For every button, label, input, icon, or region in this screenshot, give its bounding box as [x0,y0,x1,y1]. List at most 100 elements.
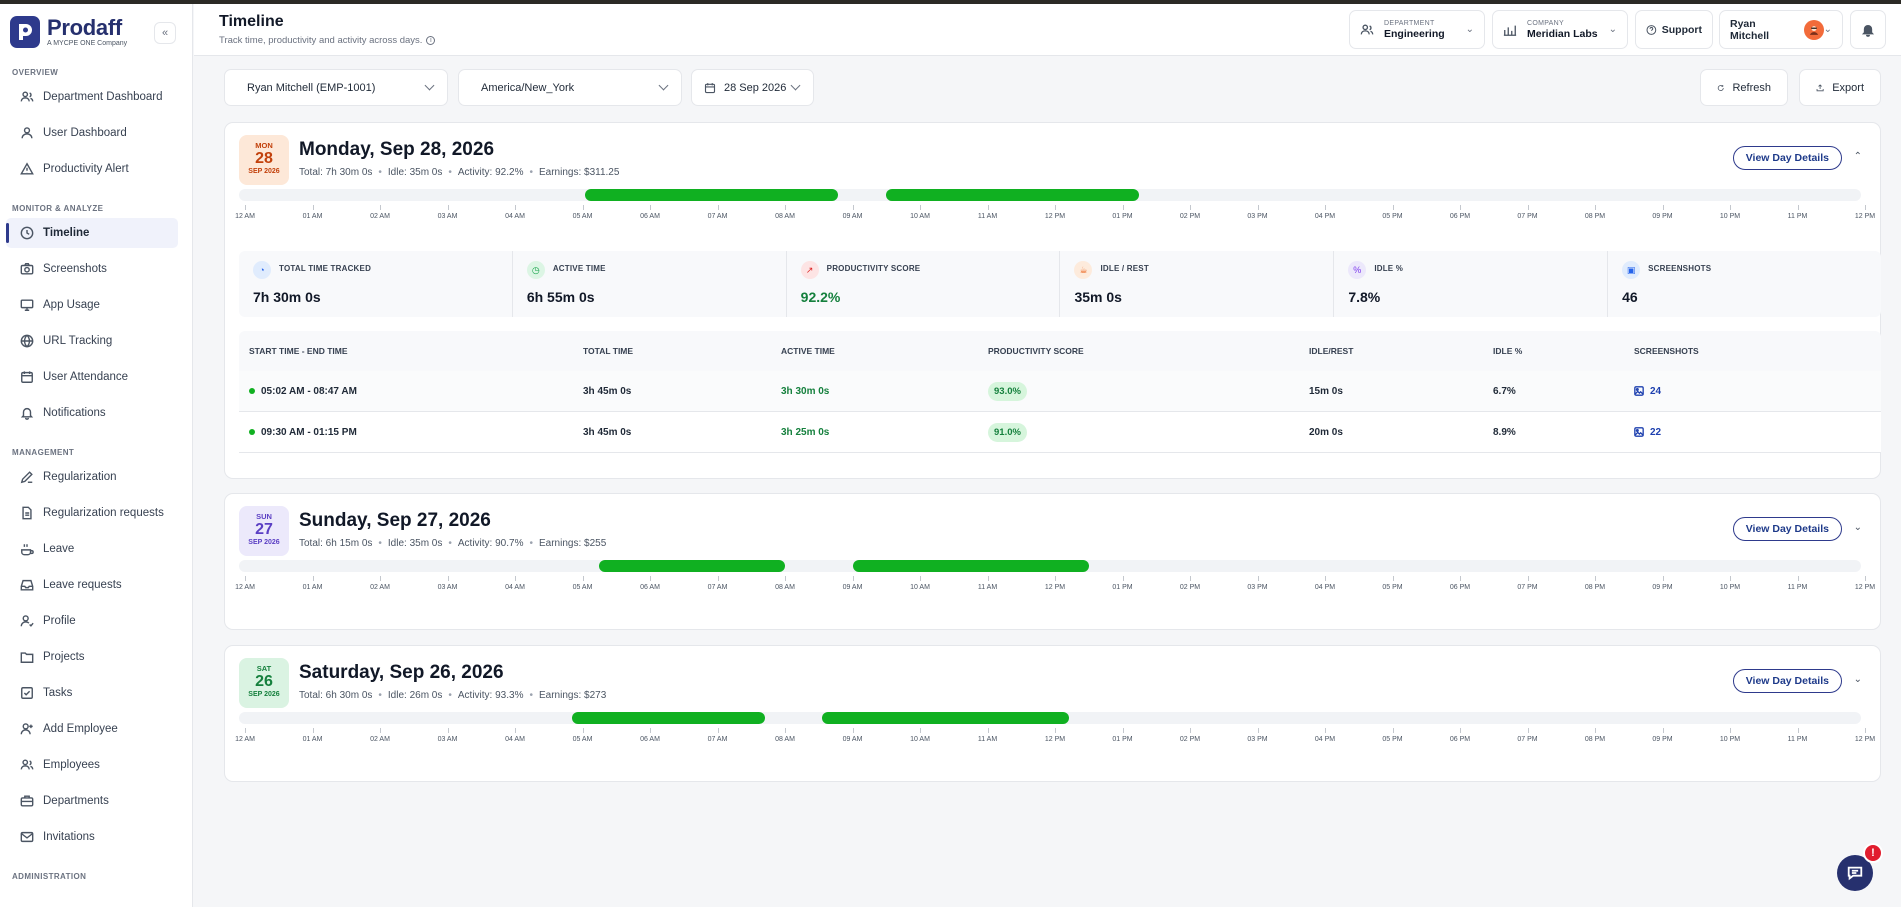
company-selector[interactable]: COMPANY Meridian Labs ⌄ [1492,10,1628,49]
timeline-tick-label: 02 PM [1179,213,1201,220]
day-summary-item: Total: 6h 30m 0s [299,690,373,701]
timezone-select[interactable]: America/New_York [458,69,682,106]
timeline-tick [650,205,651,210]
sidebar-item-employees[interactable]: Employees [6,750,178,780]
timeline-tick-label: 10 AM [910,213,930,220]
timeline-tick [1190,728,1191,733]
date-badge: SUN 27 SEP 2026 [239,506,289,556]
timeline-tick [987,576,989,581]
screenshots-count: 22 [1650,426,1662,438]
metric-label: ACTIVE TIME [552,264,606,273]
sidebar-item-url-tracking[interactable]: URL Tracking [6,326,178,356]
timeline-tick [447,576,449,581]
chevron-down-icon[interactable]: ⌄ [1854,674,1862,685]
file-icon [22,506,32,520]
session-idle: 15m 0s [1309,385,1343,397]
timeline-session-bar[interactable] [584,189,838,201]
view-day-details-button[interactable]: View Day Details [1732,517,1842,541]
timeline-tick-label: 02 AM [370,584,390,591]
sidebar-item-regularization-requests[interactable]: Regularization requests [6,498,178,528]
timeline-tick [515,728,516,733]
sidebar-item-app-usage[interactable]: App Usage [6,290,178,320]
sidebar-item-departments[interactable]: Departments [6,786,178,816]
support-button[interactable]: Support [1635,10,1713,49]
timeline-session-bar[interactable] [852,560,1089,572]
coffee-icon: ☕ [1074,261,1093,279]
support-label: Support [1661,23,1702,36]
date-picker[interactable]: 28 Sep 2026 [691,69,814,106]
sidebar-item-add-employee[interactable]: Add Employee [6,714,178,744]
sidebar-item-leave[interactable]: Leave [6,534,178,564]
timeline-tick [515,205,516,210]
view-day-details-button[interactable]: View Day Details [1732,669,1842,693]
timeline-session-bar[interactable] [886,189,1140,201]
timeline-session-bar[interactable] [572,712,765,724]
timeline-tick-label: 12 PM [1044,736,1066,743]
chevron-up-icon[interactable]: ⌃ [1854,151,1862,162]
image-icon [1634,386,1644,396]
timeline-session-bar[interactable] [822,712,1069,724]
timeline-tick [1527,576,1529,581]
sidebar-item-productivity-alert[interactable]: Productivity Alert [6,154,178,184]
timeline-tick-label: 09 AM [842,736,863,743]
timeline-tick [1257,728,1259,733]
employee-select[interactable]: Ryan Mitchell (EMP-1001) [224,69,448,106]
sidebar-item-screenshots[interactable]: Screenshots [6,254,178,284]
info-icon[interactable]: i [426,36,436,45]
sidebar-item-timeline[interactable]: Timeline [6,218,178,248]
sidebar-item-user-attendance[interactable]: User Attendance [6,362,178,392]
timeline-tick [1055,576,1056,581]
timeline-tick [717,728,719,733]
timeline-tick [1325,728,1326,733]
nav-section-title: MANAGEMENT [12,448,75,457]
screenshots-link[interactable]: 22 [1634,427,1881,438]
sidebar-item-invitations[interactable]: Invitations [6,822,178,852]
session-range-text: 05:02 AM - 08:47 AM [261,385,357,397]
timeline-tick-label: 10 AM [910,736,930,743]
nav-section-title: ADMINISTRATION [12,872,87,881]
refresh-icon [1717,84,1724,91]
timeline-tick [1190,576,1191,581]
sidebar-item-notifications[interactable]: Notifications [6,398,178,428]
view-day-details-button[interactable]: View Day Details [1732,146,1842,170]
timeline-tick [1257,576,1259,581]
separator-dot: • [448,690,452,701]
timeline-tick-label: 02 PM [1179,584,1201,591]
sidebar-item-projects[interactable]: Projects [6,642,178,672]
export-button[interactable]: Export [1799,69,1881,106]
timeline-session-bar[interactable] [599,560,785,572]
timeline-tick [447,728,449,733]
department-selector[interactable]: DEPARTMENT Engineering ⌄ [1349,10,1485,49]
sidebar-item-label: Department Dashboard [43,91,163,103]
sidebar-item-tasks[interactable]: Tasks [6,678,178,708]
task-icon [21,687,33,699]
screenshots-link[interactable]: 24 [1634,386,1881,397]
metric-total-time-tracked: ◔ TOTAL TIME TRACKED 7h 30m 0s [239,251,513,317]
timer-icon: ◔ [253,261,271,279]
brand[interactable]: Prodaff A MYCPE ONE Company [10,16,127,48]
date-badge-month-year: SEP 2026 [248,691,280,698]
sidebar-item-label: Notifications [43,407,106,419]
sidebar-item-regularization[interactable]: Regularization [6,462,178,492]
sidebar-item-leave-requests[interactable]: Leave requests [6,570,178,600]
notifications-button[interactable] [1850,10,1886,49]
timeline-tick [1392,728,1394,733]
session-screenshots: 22 [1634,427,1881,438]
sidebar-item-profile[interactable]: Profile [6,606,178,636]
user-menu[interactable]: Ryan Mitchell ⌄ [1719,10,1843,49]
timeline-tick [987,205,989,210]
sidebar-item-user-dashboard[interactable]: User Dashboard [6,118,178,148]
timeline-tick [582,728,584,733]
metric-idle-: % IDLE % 7.8% [1334,251,1609,317]
monitor-icon [20,299,34,311]
separator-dot: • [378,167,382,178]
refresh-button[interactable]: Refresh [1700,69,1788,106]
calendar-icon [21,371,33,383]
collapse-sidebar-button[interactable]: « [154,22,176,44]
timeline-tick [1325,205,1326,210]
inbox-icon [20,579,34,591]
chevron-down-icon[interactable]: ⌄ [1854,522,1862,533]
sidebar-item-department-dashboard[interactable]: Department Dashboard [6,82,178,112]
session-range: 09:30 AM - 01:15 PM [239,427,583,438]
timeline-tick [785,205,786,210]
